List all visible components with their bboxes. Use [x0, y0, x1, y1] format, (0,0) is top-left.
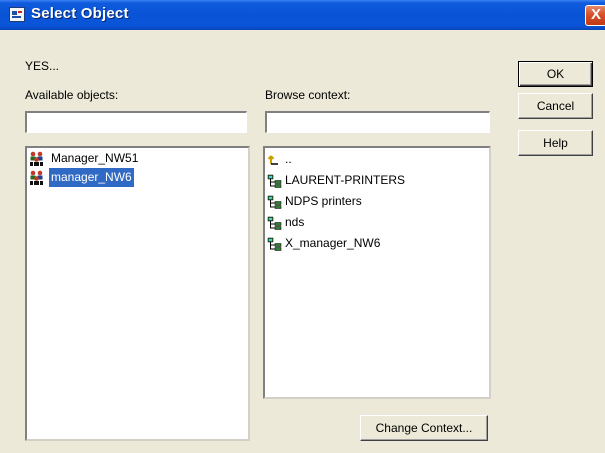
available-object-item-label: manager_NW6 — [49, 168, 134, 187]
ok-button[interactable]: OK — [518, 61, 593, 87]
context-item-label: nds — [285, 215, 305, 229]
user-group-icon — [29, 170, 45, 186]
title-bar[interactable]: Select Object X — [0, 0, 605, 30]
context-item-label: NDPS printers — [285, 194, 362, 208]
browse-context-list[interactable]: .. LAURENT-PRINTERS NDPS printers nds X_mana… — [263, 146, 491, 399]
window-title: Select Object — [31, 5, 129, 22]
container-icon — [267, 173, 283, 189]
select-object-dialog: Select Object X YES... Available objects… — [0, 0, 605, 453]
dialog-icon — [9, 7, 25, 22]
container-icon — [267, 215, 283, 231]
available-objects-list[interactable]: Manager_NW51 manager_NW6 — [25, 146, 250, 441]
browse-context-filter[interactable] — [265, 111, 490, 133]
context-item-label: X_manager_NW6 — [285, 236, 381, 250]
browse-context-label: Browse context: — [265, 88, 351, 102]
available-objects-filter[interactable] — [25, 111, 247, 133]
container-icon — [267, 236, 283, 252]
parent-folder-icon — [267, 152, 283, 168]
context-item-label: LAURENT-PRINTERS — [285, 173, 406, 187]
cancel-button[interactable]: Cancel — [518, 93, 593, 119]
context-item-label: .. — [285, 152, 292, 166]
message-text: YES... — [25, 59, 60, 73]
user-group-icon — [29, 151, 45, 167]
available-object-item-label: Manager_NW51 — [51, 151, 139, 165]
close-button[interactable]: X — [585, 5, 605, 26]
available-objects-label: Available objects: — [25, 88, 119, 102]
help-button[interactable]: Help — [518, 130, 593, 156]
container-icon — [267, 194, 283, 210]
close-icon: X — [591, 6, 602, 23]
change-context-button[interactable]: Change Context... — [360, 415, 488, 441]
